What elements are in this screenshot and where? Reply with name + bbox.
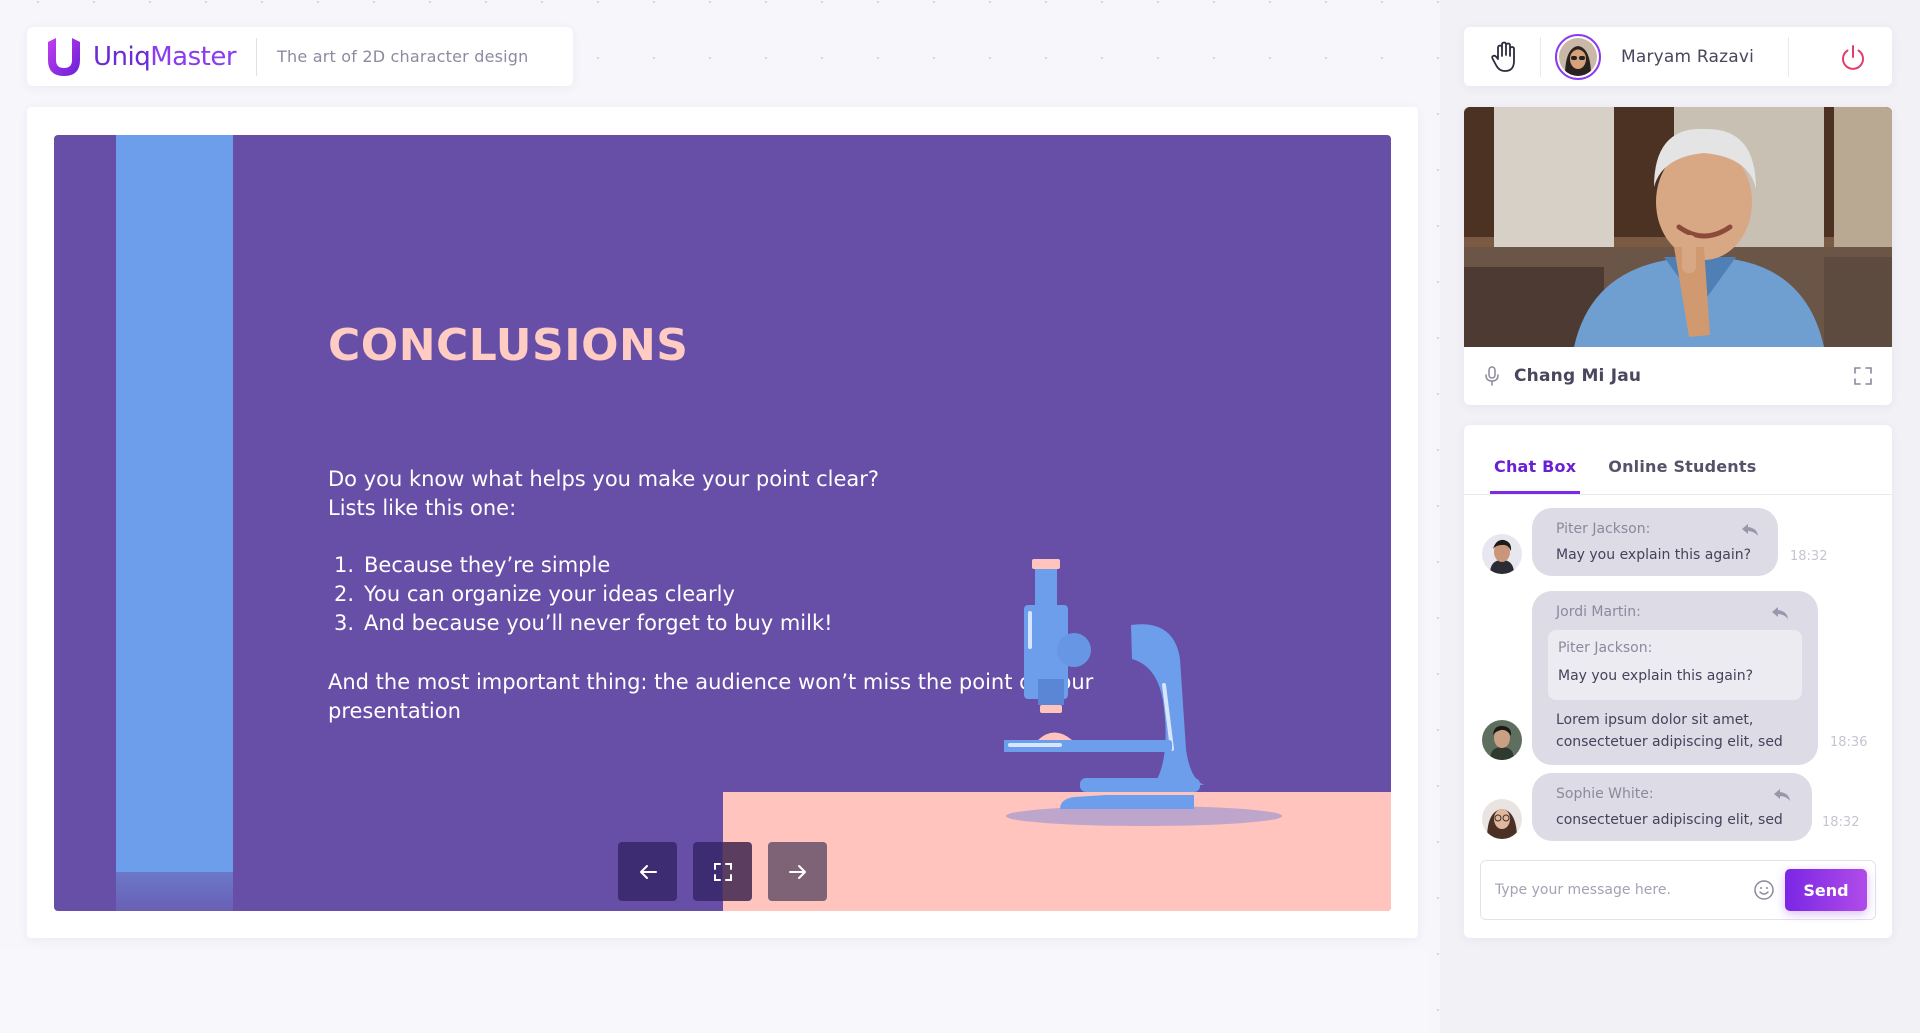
quoted-author: Piter Jackson: [1558, 640, 1653, 656]
quoted-text: May you explain this again? [1558, 668, 1754, 684]
chat-message: Jordi Martin: Piter Jackson: May you exp… [1532, 591, 1818, 765]
avatar[interactable] [1555, 33, 1601, 80]
chat-tabs: Chat Box Online Students [1464, 425, 1892, 495]
brand-name-light: Master [150, 41, 237, 72]
message-time: 18:32 [1790, 549, 1828, 564]
user-bar: Maryam Razavi [1464, 27, 1892, 86]
slide-outro-line1: And the most important thing: the audien… [328, 670, 1094, 694]
arrow-right-icon [788, 864, 806, 879]
bottom-strip [0, 950, 1430, 1033]
slide-list-item: 3. And because you’ll never forget to buy… [334, 611, 833, 635]
message-text-line1: Lorem ipsum dolor sit amet, [1556, 712, 1754, 728]
presentation-slide: CONCLUSIONS Do you know what helps you m… [54, 135, 1391, 911]
microscope-illustration [1004, 559, 1282, 826]
quoted-message: Piter Jackson: May you explain this agai… [1548, 630, 1802, 700]
reply-icon[interactable] [1740, 522, 1760, 538]
avatar[interactable] [1482, 799, 1522, 839]
message-text-line2: consectetuer adipiscing elit, sed [1556, 734, 1783, 750]
message-composer: Send [1480, 860, 1876, 920]
user-name: Maryam Razavi [1621, 46, 1755, 67]
user-bar-divider [1540, 36, 1541, 77]
user-bar-divider-2 [1788, 36, 1790, 77]
next-slide-button[interactable] [768, 842, 827, 901]
message-time: 18:32 [1822, 815, 1860, 830]
hand-icon[interactable] [1488, 40, 1522, 74]
arrow-left-icon [639, 864, 657, 879]
fullscreen-icon [713, 862, 732, 881]
slide-intro-line1: Do you know what helps you make your poi… [328, 467, 880, 491]
previous-slide-button[interactable] [618, 842, 677, 901]
slide-blue-bar-fade [116, 872, 233, 911]
slide-outro-line2: presentation [328, 699, 461, 723]
message-author: Jordi Martin: [1556, 604, 1641, 620]
message-author: Sophie White: [1556, 786, 1654, 802]
message-input[interactable] [1495, 882, 1745, 898]
brand-name[interactable]: UniqMaster [93, 41, 237, 72]
video-card: Chang Mi Jau [1464, 107, 1892, 405]
microphone-icon[interactable] [1482, 365, 1502, 387]
power-icon[interactable] [1838, 42, 1868, 72]
expand-icon[interactable] [1852, 365, 1874, 387]
reply-icon[interactable] [1772, 787, 1792, 803]
course-header: UniqMaster The art of 2D character desig… [27, 27, 573, 86]
message-text: consectetuer adipiscing elit, sed [1556, 812, 1783, 828]
message-time: 18:36 [1830, 735, 1868, 750]
message-text: Lorem ipsum dolor sit amet, consectetuer… [1556, 709, 1783, 753]
avatar-image [1559, 37, 1597, 76]
chat-message: Sophie White: consectetuer adipiscing el… [1532, 773, 1812, 841]
slide-outro: And the most important thing: the audien… [328, 668, 1093, 726]
avatar[interactable] [1482, 534, 1522, 574]
tab-chat-box[interactable]: Chat Box [1490, 457, 1581, 494]
teacher-video[interactable] [1464, 107, 1892, 347]
slide-heading: CONCLUSIONS [328, 320, 689, 371]
course-title: The art of 2D character design [277, 47, 529, 66]
reply-icon[interactable] [1770, 605, 1790, 621]
chat-message: Piter Jackson: May you explain this agai… [1532, 508, 1778, 576]
logo-icon [48, 37, 80, 76]
brand-name-bold: Uniq [93, 41, 151, 72]
fullscreen-button[interactable] [693, 842, 752, 901]
emoji-icon[interactable] [1753, 879, 1775, 901]
speaker-name: Chang Mi Jau [1514, 366, 1642, 386]
header-divider [256, 37, 258, 76]
send-button[interactable]: Send [1785, 869, 1867, 911]
slide-list-item: 1. Because they’re simple [334, 553, 611, 577]
chat-panel: Chat Box Online Students Piter Jackson: … [1464, 425, 1892, 938]
slide-list-item: 2. You can organize your ideas clearly [334, 582, 735, 606]
message-text: May you explain this again? [1556, 547, 1752, 563]
slide-intro: Do you know what helps you make your poi… [328, 465, 879, 523]
video-caption: Chang Mi Jau [1464, 347, 1892, 405]
avatar[interactable] [1482, 720, 1522, 760]
slide-list: 1. Because they’re simple 2. You can organ… [328, 551, 833, 638]
tab-online-students[interactable]: Online Students [1604, 457, 1760, 494]
slide-blue-bar [116, 135, 233, 872]
slide-intro-line2: Lists like this one: [328, 496, 517, 520]
message-author: Piter Jackson: [1556, 521, 1651, 537]
